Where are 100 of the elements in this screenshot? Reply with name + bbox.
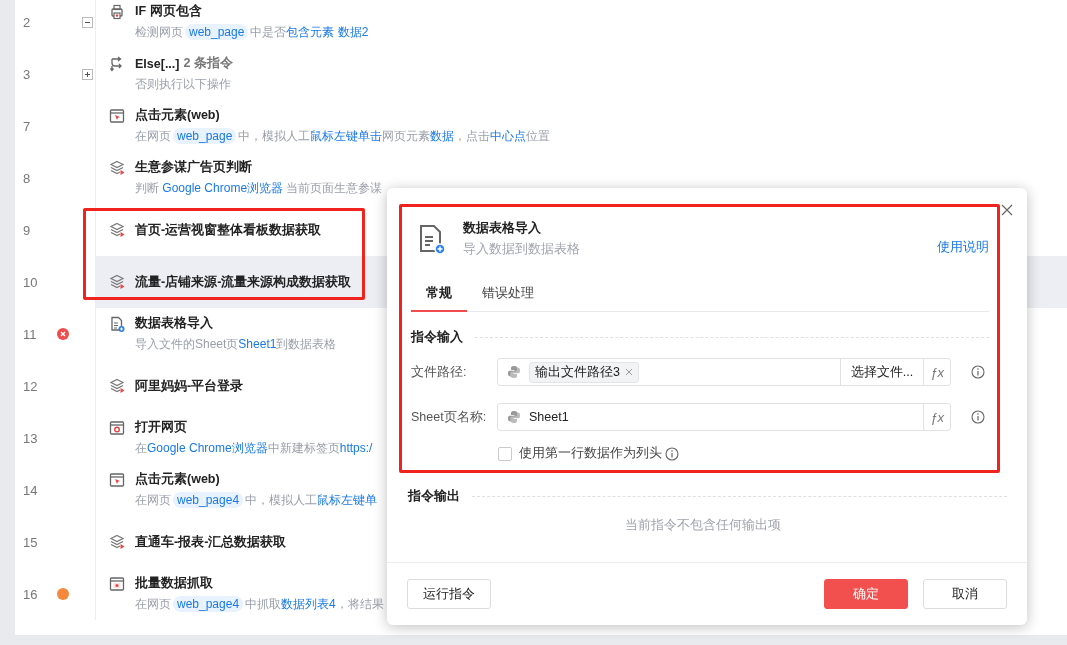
field-label: 文件路径: [411,363,468,381]
confirm-button[interactable]: 确定 [824,579,908,609]
field-value: Sheet1 [529,410,569,424]
line-number: 15 [22,534,39,550]
formula-button[interactable]: ƒx [923,359,950,385]
printer-icon [109,3,125,20]
cancel-button[interactable]: 取消 [923,579,1007,609]
description-text: 网页元素 [382,129,431,143]
parameter-link[interactable]: 数据列表4 [281,597,336,611]
step-title: 流量-店铺来源-流量来源构成数据获取 [135,273,352,291]
layers-icon [109,222,125,238]
collapse-icon[interactable] [81,16,93,28]
line-number: 3 [22,66,32,82]
description-text: 中抓取 [245,597,282,611]
description-text: ，点击 [454,129,491,143]
line-number: 9 [22,222,32,238]
step-title: 点击元素(web) [135,107,220,124]
line-number: 7 [22,118,32,134]
info-icon [971,365,985,379]
variable-token[interactable]: 输出文件路径3 [529,361,639,383]
description-text: 否则执行以下操作 [135,77,231,91]
description-text: 当前页面生意参谋 [285,181,383,195]
description-text: 中，模拟人工 [238,129,311,143]
remove-icon [624,368,633,376]
info-icon [971,410,985,424]
step-count: 2 条指令 [183,55,233,72]
run-button[interactable]: 运行指令 [407,579,491,609]
close-icon[interactable] [1001,204,1013,216]
description-text: 中，模拟人工 [245,493,318,507]
description-text: 到数据表格 [276,337,337,351]
browser-grab-icon [109,575,125,592]
step-title: IF 网页包含 [135,3,202,20]
step-title: 批量数据抓取 [135,575,213,592]
step-title: 打开网页 [135,419,187,436]
empty-message: 当前指令不包含任何输出项 [624,517,782,534]
step-title: 直通车-报表-汇总数据获取 [135,533,287,551]
choose-file-button[interactable]: 选择文件... [839,359,924,385]
browser-click-icon [109,471,125,488]
tab[interactable]: 常规 [411,278,467,312]
dialog-title: 数据表格导入 [463,219,542,237]
parameter-link[interactable]: 中心点 [490,129,527,143]
parameter-link[interactable]: 包含元素 数据2 [286,25,369,39]
variable-tag: web_page4 [173,596,244,612]
description-text: 中新建标签页 [267,441,340,455]
description-text: 位置 [526,129,551,143]
step-title: 首页-运营视窗整体看板数据获取 [135,221,322,239]
input-field[interactable]: Sheet1 ƒx [497,403,951,431]
browser-click-icon [109,107,125,124]
layers-icon [109,274,125,290]
layers-icon [109,159,125,176]
description-text: 在网页 [135,129,171,143]
description-text: 在网页 [135,597,171,611]
dialog-subtitle: 导入数据到数据表格 [463,241,581,258]
description-text: 检测网页 [135,25,183,39]
description-text: 在 [135,441,147,455]
line-number: 11 [22,326,38,342]
step-title: 数据表格导入 [135,315,213,332]
variable-tag: web_page4 [173,492,244,508]
expand-icon[interactable] [81,68,93,80]
section-title: 指令输入 [411,328,463,346]
description-text: ，将结果 [335,597,384,611]
layers-icon [109,534,125,550]
variable-tag: web_page [185,24,249,40]
checkbox[interactable] [498,446,512,461]
token-text: 输出文件路径3 [535,363,620,381]
line-number: 13 [22,430,39,446]
parameter-link[interactable]: Google Chrome浏览器 [162,181,284,195]
python-icon [507,365,521,379]
step-title: 阿里妈妈-平台登录 [135,377,244,395]
line-number: 14 [22,482,39,498]
description-text: 中是否 [250,25,287,39]
parameter-link[interactable]: 鼠标左键单 [317,493,378,507]
document-icon [109,315,125,332]
line-number: 8 [22,170,32,186]
parameter-link[interactable]: https:/ [339,441,373,455]
layers-icon [109,378,125,394]
line-number: 12 [22,378,39,394]
parameter-link[interactable]: 数据 [430,129,455,143]
help-link[interactable]: 使用说明 [937,239,989,256]
python-icon [507,410,521,424]
tab[interactable]: 错误处理 [467,278,549,311]
line-number: 2 [22,14,32,30]
field-label: Sheet页名称: [411,408,488,426]
line-number: 10 [22,274,39,290]
step-title: 点击元素(web) [135,471,220,488]
variable-tag: web_page [173,128,237,144]
description-text: 判断 [135,181,160,195]
description-text: 在网页 [135,493,171,507]
line-number: 16 [22,586,39,602]
section-title: 指令输出 [408,487,460,505]
step-title: Else[...] [135,56,180,71]
file-path-field[interactable]: 输出文件路径3 选择文件... ƒx [497,358,951,386]
description-text: 导入文件的Sheet页 [135,337,239,351]
browser-icon [109,419,125,436]
formula-button[interactable]: ƒx [923,404,950,430]
parameter-link[interactable]: 鼠标左键单击 [310,129,383,143]
step-title: 生意参谋广告页判断 [135,159,252,176]
checkbox-label: 使用第一行数据作为列头 [519,445,662,462]
parameter-link[interactable]: Google Chrome浏览器 [147,441,268,455]
parameter-link[interactable]: Sheet1 [238,337,277,351]
